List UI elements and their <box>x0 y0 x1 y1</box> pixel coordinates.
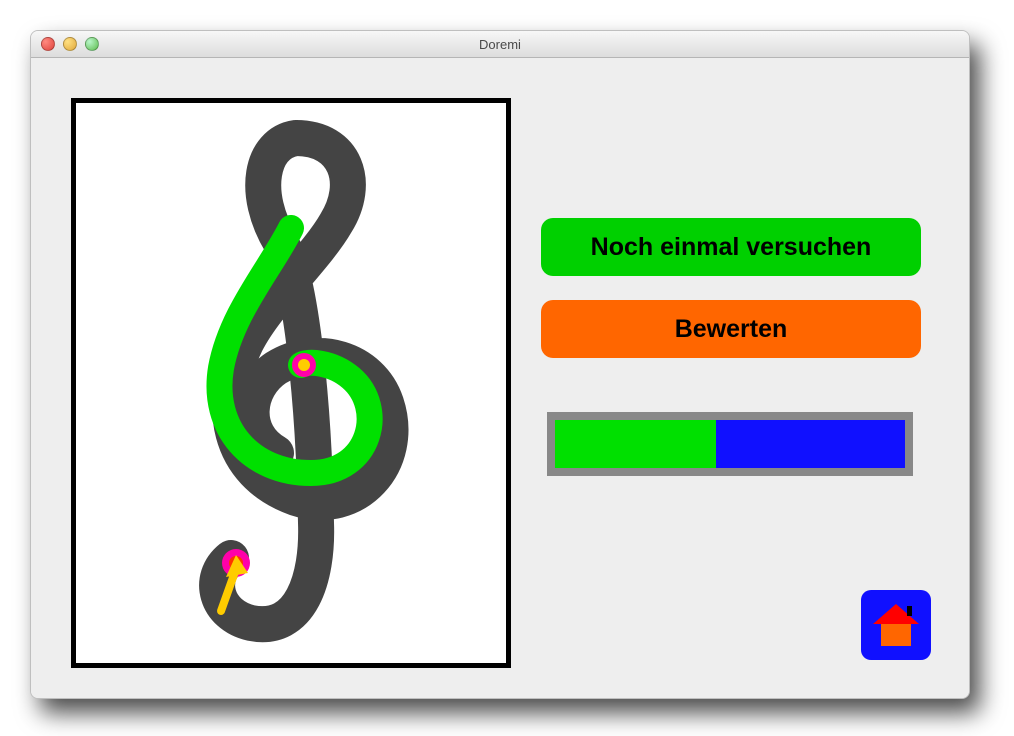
home-button[interactable] <box>861 590 931 660</box>
zoom-icon[interactable] <box>85 37 99 51</box>
content-area: Noch einmal versuchen Bewerten <box>31 58 969 698</box>
progress-correct <box>555 420 716 468</box>
progress-remaining <box>716 420 905 468</box>
retry-button[interactable]: Noch einmal versuchen <box>541 218 921 276</box>
app-window: Doremi <box>30 30 970 699</box>
drawing-canvas[interactable] <box>71 98 511 668</box>
titlebar: Doremi <box>31 31 969 58</box>
evaluate-button[interactable]: Bewerten <box>541 300 921 358</box>
progress-bar <box>547 412 913 476</box>
side-panel: Noch einmal versuchen Bewerten <box>541 98 939 668</box>
window-controls <box>31 37 99 51</box>
minimize-icon[interactable] <box>63 37 77 51</box>
home-icon <box>871 602 921 648</box>
window-title: Doremi <box>31 37 969 52</box>
close-icon[interactable] <box>41 37 55 51</box>
